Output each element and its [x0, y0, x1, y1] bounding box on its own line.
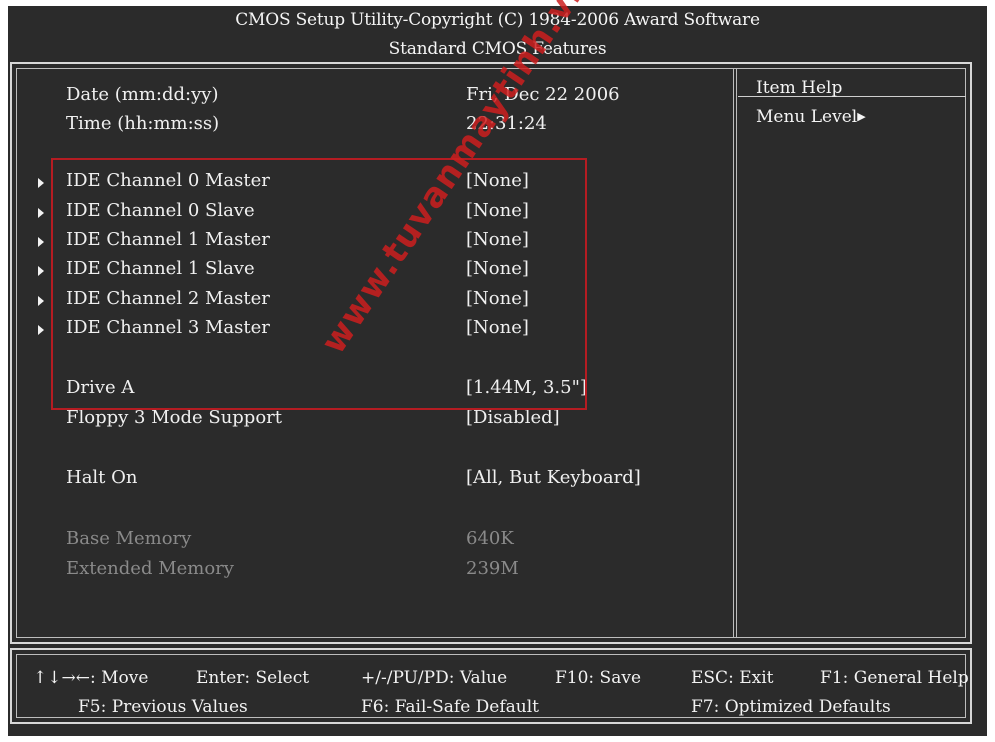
hint-move: ↑↓→←: Move	[33, 668, 149, 688]
menu-level-arrow-icon: ▶	[857, 110, 866, 123]
menu-level-text: Menu Level▶	[756, 107, 866, 127]
setting-time-label[interactable]: Time (hh:mm:ss)	[66, 113, 219, 134]
extended-memory-value: 239M	[466, 558, 519, 579]
item-help-title: Item Help	[756, 78, 843, 98]
base-memory-label: Base Memory	[66, 528, 192, 549]
page-title: Standard CMOS Features	[388, 39, 607, 59]
highlight-box	[51, 158, 587, 410]
submenu-arrow-icon	[38, 296, 44, 306]
base-memory-value: 640K	[466, 528, 514, 549]
submenu-arrow-icon	[38, 266, 44, 276]
hint-optimized: F7: Optimized Defaults	[691, 697, 891, 717]
hint-exit: ESC: Exit	[691, 668, 774, 688]
setting-halt-on-value[interactable]: [All, But Keyboard]	[466, 467, 641, 488]
extended-memory-label: Extended Memory	[66, 558, 234, 579]
panel-divider	[733, 68, 737, 638]
submenu-arrow-icon	[38, 178, 44, 188]
submenu-arrow-icon	[38, 237, 44, 247]
hint-failsafe: F6: Fail-Safe Default	[361, 697, 540, 717]
hint-help: F1: General Help	[820, 668, 969, 688]
hint-previous-values: F5: Previous Values	[78, 697, 248, 717]
setting-halt-on-label[interactable]: Halt On	[66, 467, 138, 488]
submenu-arrow-icon	[38, 325, 44, 335]
menu-level-label: Menu Level	[756, 107, 858, 127]
hint-save: F10: Save	[555, 668, 642, 688]
hint-enter: Enter: Select	[196, 668, 310, 688]
setting-floppy-mode-value[interactable]: [Disabled]	[466, 407, 560, 428]
utility-title: CMOS Setup Utility-Copyright (C) 1984-20…	[235, 10, 760, 30]
setting-floppy-mode-label[interactable]: Floppy 3 Mode Support	[66, 407, 282, 428]
setting-date-label[interactable]: Date (mm:dd:yy)	[66, 84, 218, 105]
submenu-arrow-icon	[38, 208, 44, 218]
hint-value: +/-/PU/PD: Value	[361, 668, 508, 688]
